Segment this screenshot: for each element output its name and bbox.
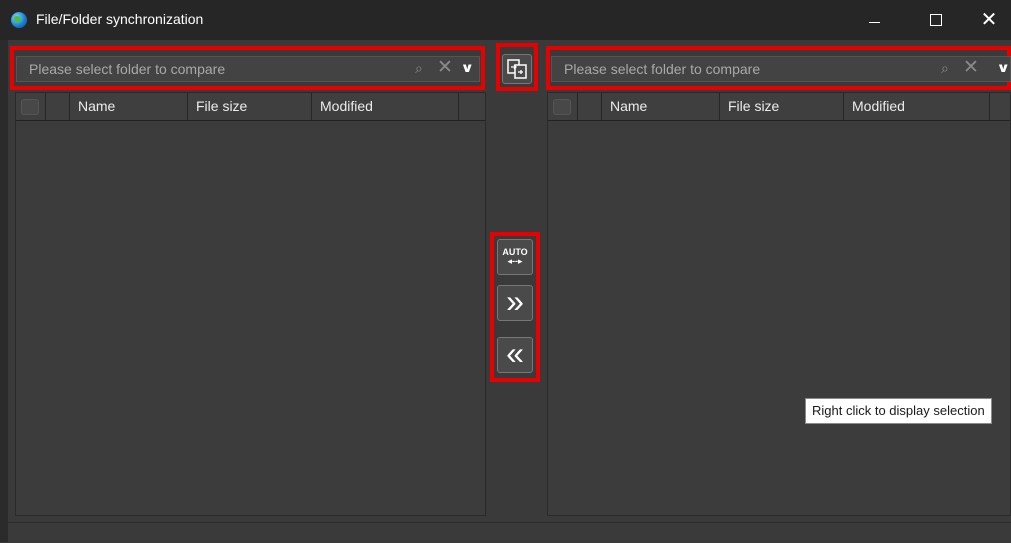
column-header-name[interactable]: Name xyxy=(602,93,720,120)
maximize-icon xyxy=(930,14,942,26)
window-title: File/Folder synchronization xyxy=(36,11,204,27)
sync-window: File/Folder synchronization ✕ Please sel… xyxy=(0,0,1011,543)
close-icon: ✕ xyxy=(980,9,998,31)
column-header-modified[interactable]: Modified xyxy=(312,93,459,120)
select-all-cell[interactable] xyxy=(16,93,46,120)
globe-icon xyxy=(11,12,27,28)
maximize-button[interactable] xyxy=(913,0,959,40)
right-list-header: Name File size Modified xyxy=(548,93,1010,121)
column-header-extra xyxy=(459,93,485,120)
search-icon[interactable]: ⌕ xyxy=(415,60,423,77)
select-all-checkbox[interactable] xyxy=(553,99,571,115)
auto-arrows-icon: ◂--▸ xyxy=(507,256,523,266)
chevron-down-icon[interactable]: ∨ xyxy=(996,60,1010,76)
close-button[interactable]: ✕ xyxy=(966,0,1011,40)
column-header-name[interactable]: Name xyxy=(70,93,188,120)
right-folder-combo[interactable]: Please select folder to compare ⌕ ✕ ∨ xyxy=(551,56,1011,82)
title-bar[interactable]: File/Folder synchronization ✕ xyxy=(0,0,1011,40)
column-header-file-size[interactable]: File size xyxy=(720,93,844,120)
auto-sync-button[interactable]: AUTO ◂--▸ xyxy=(497,239,533,275)
select-all-checkbox[interactable] xyxy=(21,99,39,115)
status-bar xyxy=(8,522,1011,543)
column-header-spacer xyxy=(46,93,70,120)
minimize-button[interactable] xyxy=(851,0,897,40)
left-folder-combo[interactable]: Please select folder to compare ⌕ ✕ ∨ xyxy=(16,56,480,82)
column-header-modified[interactable]: Modified xyxy=(844,93,990,120)
right-folder-placeholder: Please select folder to compare xyxy=(564,61,761,77)
compare-folders-button[interactable] xyxy=(502,54,532,84)
left-list-header: Name File size Modified xyxy=(16,93,485,121)
column-header-spacer xyxy=(578,93,602,120)
clear-icon[interactable]: ✕ xyxy=(437,58,453,78)
column-header-extra xyxy=(990,93,1010,120)
sync-to-left-button[interactable]: « xyxy=(497,337,533,373)
double-chevron-right-icon: » xyxy=(506,283,524,319)
column-header-file-size[interactable]: File size xyxy=(188,93,312,120)
double-chevron-left-icon: « xyxy=(506,335,524,371)
sync-to-right-button[interactable]: » xyxy=(497,285,533,321)
left-folder-placeholder: Please select folder to compare xyxy=(29,61,226,77)
window-left-edge xyxy=(0,40,8,542)
left-file-list[interactable]: Name File size Modified xyxy=(15,92,486,516)
clear-icon[interactable]: ✕ xyxy=(963,58,979,78)
search-icon[interactable]: ⌕ xyxy=(941,60,949,77)
compare-folders-icon xyxy=(507,59,527,79)
chevron-down-icon[interactable]: ∨ xyxy=(460,60,474,76)
right-file-list[interactable]: Name File size Modified xyxy=(547,92,1011,516)
select-all-cell[interactable] xyxy=(548,93,578,120)
minimize-icon xyxy=(868,21,880,23)
selection-tooltip: Right click to display selection xyxy=(805,398,992,424)
